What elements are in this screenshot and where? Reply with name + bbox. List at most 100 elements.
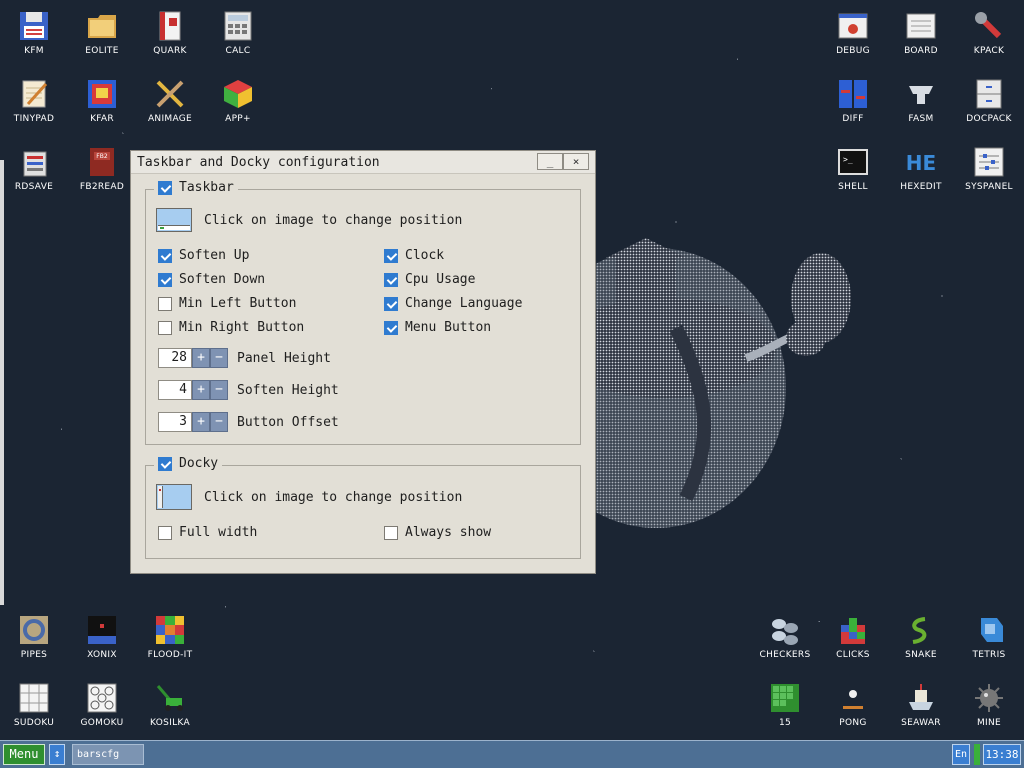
min-right-button-checkbox[interactable]: [158, 320, 172, 335]
close-button[interactable]: ×: [563, 153, 589, 170]
svg-text:HE: HE: [906, 151, 936, 175]
desktop-icon-kfar[interactable]: KFAR: [68, 72, 136, 132]
min-left-button-checkbox[interactable]: [158, 296, 172, 311]
pong-icon: [843, 690, 863, 709]
option-menu-button[interactable]: Menu Button: [384, 320, 491, 335]
button-offset-plus-button[interactable]: +: [192, 412, 210, 432]
soften-height-spinner: 4 + − Soften Height: [158, 380, 339, 400]
panel-height-plus-button[interactable]: +: [192, 348, 210, 368]
calculator-icon: [224, 11, 252, 41]
panel-height-spinner: 28 + − Panel Height: [158, 348, 331, 368]
soften-height-minus-button[interactable]: −: [210, 380, 228, 400]
desktop-icon-docpack[interactable]: DOCPACK: [955, 72, 1023, 132]
desktop-icon-calc[interactable]: CALC: [204, 4, 272, 64]
option-change-language[interactable]: Change Language: [384, 296, 522, 311]
docky-enable-checkbox[interactable]: [158, 456, 172, 471]
desktop-icon-board[interactable]: BOARD: [887, 4, 955, 64]
notepad-icon: [22, 80, 48, 108]
desktop-icon-checkers[interactable]: CHECKERS: [751, 608, 819, 668]
desktop-icon-flood-it[interactable]: FLOOD-IT: [136, 608, 204, 668]
desktop-icon-kosilka[interactable]: KOSILKA: [136, 676, 204, 736]
taskbar-position-image[interactable]: [156, 208, 192, 232]
option-soften-down[interactable]: Soften Down: [158, 272, 265, 287]
desktop-icon-clicks[interactable]: CLICKS: [819, 608, 887, 668]
panel-height-value[interactable]: 28: [158, 348, 192, 368]
desktop-icon-tetris[interactable]: TETRIS: [955, 608, 1023, 668]
desktop-icon-animage[interactable]: ANIMAGE: [136, 72, 204, 132]
full-width-checkbox[interactable]: [158, 525, 172, 540]
option-clock[interactable]: Clock: [384, 248, 444, 263]
bug-icon: [838, 13, 868, 39]
desktop-icon-fb2read[interactable]: FB2 FB2READ: [68, 140, 136, 200]
disk-save-icon: [23, 151, 47, 177]
desktop-icon-fasm[interactable]: FASM: [887, 72, 955, 132]
desktop-icon-pong[interactable]: PONG: [819, 676, 887, 736]
desktop-icon-syspanel[interactable]: SYSPANEL: [955, 140, 1023, 200]
desktop-icon-mine[interactable]: MINE: [955, 676, 1023, 736]
book-icon: [159, 11, 181, 41]
desktop-icon-eolite[interactable]: EOLITE: [68, 4, 136, 64]
menu-button-checkbox[interactable]: [384, 320, 398, 335]
language-indicator[interactable]: En: [952, 744, 970, 765]
desktop-icon-snake[interactable]: SNAKE: [887, 608, 955, 668]
xonix-icon: [88, 616, 116, 644]
desktop-icon-kpack[interactable]: KPACK: [955, 4, 1023, 64]
clock[interactable]: 13:38: [983, 744, 1021, 765]
desktop-icon-app-plus[interactable]: APP+: [204, 72, 272, 132]
desktop-icon-kfm[interactable]: KFM: [0, 4, 68, 64]
anvil-icon: [909, 86, 933, 104]
desktop-icon-diff[interactable]: DIFF: [819, 72, 887, 132]
option-cpu-usage[interactable]: Cpu Usage: [384, 272, 475, 287]
soften-height-label: Soften Height: [237, 382, 339, 398]
button-offset-value[interactable]: 3: [158, 412, 192, 432]
option-always-show[interactable]: Always show: [384, 525, 491, 540]
desktop-icon-pipes[interactable]: PIPES: [0, 608, 68, 668]
desktop-icon-debug[interactable]: DEBUG: [819, 4, 887, 64]
button-offset-label: Button Offset: [237, 414, 339, 430]
cpu-usage-checkbox[interactable]: [384, 272, 398, 287]
taskbar-group-label: Taskbar: [179, 180, 234, 195]
desktop-icon-gomoku[interactable]: GOMOKU: [68, 676, 136, 736]
desktop-icon-sudoku[interactable]: SUDOKU: [0, 676, 68, 736]
desktop-icon-seawar[interactable]: SEAWAR: [887, 676, 955, 736]
soften-down-checkbox[interactable]: [158, 272, 172, 287]
soften-up-checkbox[interactable]: [158, 248, 172, 263]
docky-position-image[interactable]: [156, 484, 192, 510]
taskbar-group: Taskbar Click on image to change positio…: [145, 180, 581, 445]
soften-height-plus-button[interactable]: +: [192, 380, 210, 400]
desktop-icon-tinypad[interactable]: TINYPAD: [0, 72, 68, 132]
desktop-icon-quark[interactable]: QUARK: [136, 4, 204, 64]
soften-height-value[interactable]: 4: [158, 380, 192, 400]
desktop-icon-hexedit[interactable]: HE HEXEDIT: [887, 140, 955, 200]
window-switch-button[interactable]: ↕: [49, 744, 65, 765]
fifteen-puzzle-icon: [771, 684, 799, 712]
always-show-checkbox[interactable]: [384, 525, 398, 540]
sudoku-icon: [19, 683, 49, 713]
clock-checkbox[interactable]: [384, 248, 398, 263]
docky-group-legend: Docky: [154, 456, 223, 471]
panel-height-minus-button[interactable]: −: [210, 348, 228, 368]
desktop-icon-rdsave[interactable]: RDSAVE: [0, 140, 68, 200]
menu-button[interactable]: Menu: [3, 744, 45, 765]
blocks-icon: [841, 618, 865, 644]
taskbar-item-barscfg[interactable]: barscfg: [72, 744, 144, 765]
change-language-checkbox[interactable]: [384, 296, 398, 311]
desktop-icon-xonix[interactable]: XONIX: [68, 608, 136, 668]
sliders-icon: [974, 147, 1004, 177]
button-offset-minus-button[interactable]: −: [210, 412, 228, 432]
minimize-button[interactable]: _: [537, 153, 563, 170]
window-titlebar[interactable]: Taskbar and Docky configuration _ ×: [131, 151, 595, 174]
pipes-icon: [20, 616, 48, 644]
option-min-right-button[interactable]: Min Right Button: [158, 320, 304, 335]
option-min-left-button[interactable]: Min Left Button: [158, 296, 296, 311]
option-full-width[interactable]: Full width: [158, 525, 257, 540]
hex-editor-icon: HE: [906, 151, 936, 175]
taskbar-enable-checkbox[interactable]: [158, 180, 172, 195]
desktop-icon-shell[interactable]: >_ SHELL: [819, 140, 887, 200]
svg-text:FB2: FB2: [96, 153, 108, 160]
option-soften-up[interactable]: Soften Up: [158, 248, 249, 263]
snake-icon: [912, 617, 927, 644]
diff-icon: [839, 80, 867, 108]
button-offset-spinner: 3 + − Button Offset: [158, 412, 339, 432]
desktop-icon-15[interactable]: 15: [751, 676, 819, 736]
